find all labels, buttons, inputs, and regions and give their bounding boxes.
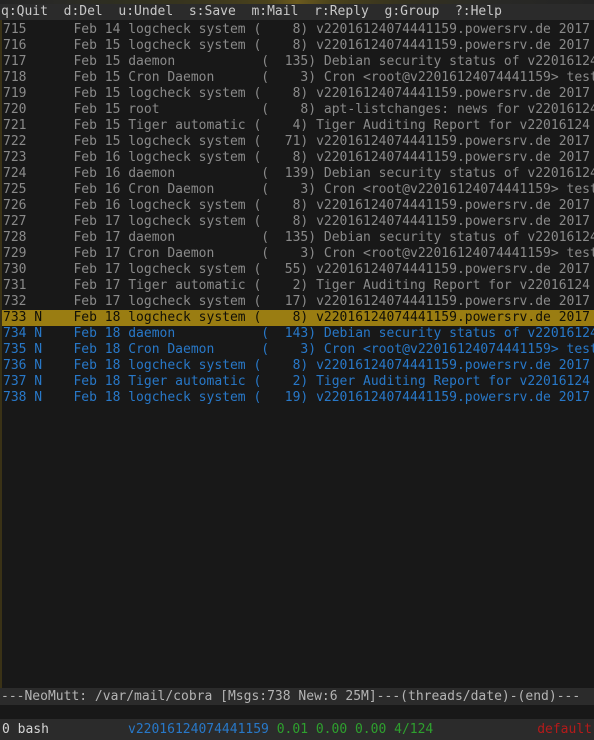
message-row[interactable]: 718 Feb 15 Cron Daemon ( 3) Cron <root@v…: [2, 70, 594, 86]
message-row[interactable]: 735 N Feb 18 Cron Daemon ( 3) Cron <root…: [2, 342, 594, 358]
message-row[interactable]: 727 Feb 17 logcheck system ( 8) v2201612…: [2, 214, 594, 230]
neomutt-help-bar: q:Quit d:Del u:Undel s:Save m:Mail r:Rep…: [0, 4, 594, 20]
message-row[interactable]: 719 Feb 15 logcheck system ( 8) v2201612…: [2, 86, 594, 102]
message-row[interactable]: 723 Feb 16 logcheck system ( 8) v2201612…: [2, 150, 594, 166]
message-row[interactable]: 736 N Feb 18 logcheck system ( 8) v22016…: [2, 358, 594, 374]
terminal-screen: q:Quit d:Del u:Undel s:Save m:Mail r:Rep…: [0, 0, 594, 740]
message-row[interactable]: 717 Feb 15 daemon ( 135) Debian security…: [2, 54, 594, 70]
message-row[interactable]: 730 Feb 17 logcheck system ( 55) v220161…: [2, 262, 594, 278]
message-row[interactable]: 721 Feb 15 Tiger automatic ( 4) Tiger Au…: [2, 118, 594, 134]
tmux-status-bar[interactable]: 0 bash v22016124074441159 0.01 0.00 0.00…: [0, 719, 594, 740]
message-row[interactable]: 732 Feb 17 logcheck system ( 17) v220161…: [2, 294, 594, 310]
tmux-status-right-group: v22016124074441159 0.01 0.00 0.00 4/124: [128, 719, 433, 740]
message-row[interactable]: 728 Feb 17 daemon ( 135) Debian security…: [2, 230, 594, 246]
message-row[interactable]: 734 N Feb 18 daemon ( 143) Debian securi…: [2, 326, 594, 342]
message-row[interactable]: 729 Feb 17 Cron Daemon ( 3) Cron <root@v…: [2, 246, 594, 262]
message-row[interactable]: 731 Feb 17 Tiger automatic ( 2) Tiger Au…: [2, 278, 594, 294]
message-row[interactable]: 726 Feb 16 logcheck system ( 8) v2201612…: [2, 198, 594, 214]
message-row[interactable]: 715 Feb 14 logcheck system ( 8) v2201612…: [2, 22, 594, 38]
message-row[interactable]: 720 Feb 15 root ( 8) apt-listchanges: ne…: [2, 102, 594, 118]
message-row[interactable]: 724 Feb 16 daemon ( 139) Debian security…: [2, 166, 594, 182]
tmux-separator-space: [269, 722, 277, 737]
neomutt-status-line: ---NeoMutt: /var/mail/cobra [Msgs:738 Ne…: [0, 688, 594, 705]
message-row[interactable]: 722 Feb 15 logcheck system ( 71) v220161…: [2, 134, 594, 150]
message-row[interactable]: 725 Feb 16 Cron Daemon ( 3) Cron <root@v…: [2, 182, 594, 198]
message-row[interactable]: 716 Feb 15 logcheck system ( 8) v2201612…: [2, 38, 594, 54]
tmux-session-name[interactable]: default: [537, 719, 592, 740]
message-row[interactable]: 738 N Feb 18 logcheck system ( 19) v2201…: [2, 390, 594, 406]
tmux-window-label[interactable]: 0 bash: [0, 719, 49, 740]
tmux-loadavg: 0.01 0.00 0.00 4/124: [276, 722, 434, 737]
message-row[interactable]: 733 N Feb 18 logcheck system ( 8) v22016…: [2, 310, 594, 326]
message-index-pane[interactable]: 715 Feb 14 logcheck system ( 8) v2201612…: [0, 20, 594, 688]
message-row[interactable]: 737 N Feb 18 Tiger automatic ( 2) Tiger …: [2, 374, 594, 390]
terminal-blank-gap: [0, 705, 594, 719]
tmux-hostname: v22016124074441159: [128, 722, 269, 737]
